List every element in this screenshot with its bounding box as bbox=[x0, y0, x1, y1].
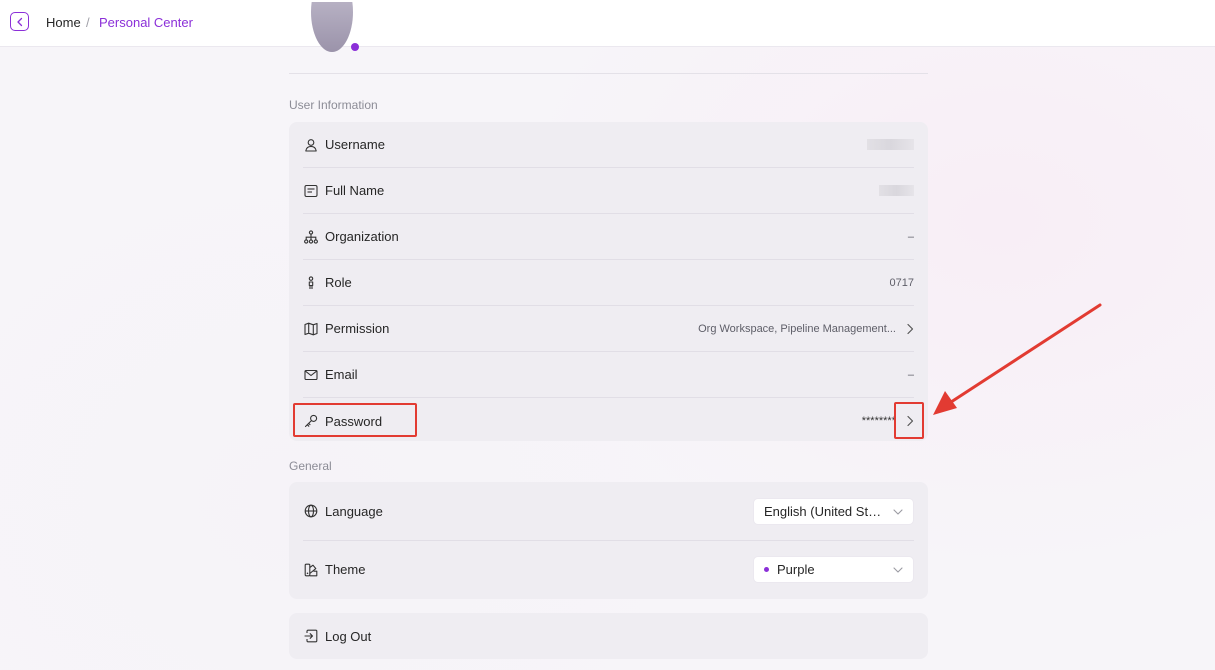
chevron-right-icon[interactable] bbox=[902, 413, 918, 429]
chevron-down-icon bbox=[892, 506, 904, 521]
section-title-user-information: User Information bbox=[289, 98, 378, 112]
role-value: 0717 bbox=[889, 276, 914, 289]
section-title-general: General bbox=[289, 459, 332, 473]
map-icon bbox=[303, 321, 319, 337]
row-role: Role 0717 bbox=[303, 260, 914, 306]
username-value-redacted bbox=[867, 139, 914, 150]
theme-color-dot bbox=[764, 567, 769, 572]
avatar[interactable] bbox=[311, 2, 353, 52]
chevron-down-icon bbox=[892, 564, 904, 579]
theme-select[interactable]: Purple bbox=[753, 556, 914, 583]
back-button[interactable] bbox=[10, 12, 29, 31]
avatar-status-dot bbox=[351, 43, 359, 51]
full-name-value-redacted bbox=[879, 185, 914, 196]
breadcrumb-current: Personal Center bbox=[99, 15, 193, 30]
row-username: Username bbox=[303, 122, 914, 168]
chevron-left-icon bbox=[16, 17, 22, 26]
row-permission[interactable]: Permission Org Workspace, Pipeline Manag… bbox=[303, 306, 914, 352]
username-label: Username bbox=[325, 137, 385, 152]
row-language: Language English (United States) bbox=[303, 482, 914, 541]
role-label: Role bbox=[325, 275, 352, 290]
email-label: Email bbox=[325, 367, 358, 382]
breadcrumb-separator: / bbox=[86, 15, 90, 30]
row-organization: Organization – bbox=[303, 214, 914, 260]
key-icon bbox=[303, 413, 319, 429]
palette-icon bbox=[303, 562, 319, 578]
globe-icon bbox=[303, 503, 319, 519]
divider bbox=[289, 73, 928, 74]
password-value: ******** bbox=[861, 415, 896, 427]
language-select[interactable]: English (United States) bbox=[753, 497, 914, 525]
row-email: Email – bbox=[303, 352, 914, 398]
row-theme: Theme Purple bbox=[303, 540, 914, 599]
top-bar: Home / Personal Center bbox=[0, 0, 1215, 47]
logout-card: Log Out bbox=[289, 613, 928, 659]
logout-label: Log Out bbox=[325, 628, 372, 644]
organization-label: Organization bbox=[325, 229, 399, 244]
row-password[interactable]: Password ******** bbox=[303, 398, 914, 444]
language-label: Language bbox=[325, 503, 383, 519]
full-name-label: Full Name bbox=[325, 183, 385, 198]
user-icon bbox=[303, 137, 319, 153]
user-information-card: Username Full Name Organization – Role 0… bbox=[289, 122, 928, 441]
general-card: Language English (United States) Theme P… bbox=[289, 482, 928, 599]
id-card-icon bbox=[303, 183, 319, 199]
email-value: – bbox=[907, 368, 914, 381]
language-select-value: English (United States) bbox=[764, 503, 886, 519]
mail-icon bbox=[303, 367, 319, 383]
person-icon bbox=[303, 275, 319, 291]
theme-label: Theme bbox=[325, 562, 366, 577]
org-tree-icon bbox=[303, 229, 319, 245]
breadcrumb-home[interactable]: Home bbox=[46, 15, 81, 30]
row-full-name: Full Name bbox=[303, 168, 914, 214]
password-label: Password bbox=[325, 413, 383, 429]
logout-icon bbox=[303, 628, 319, 644]
permission-value: Org Workspace, Pipeline Management... bbox=[698, 322, 896, 335]
logout-button[interactable]: Log Out bbox=[303, 613, 914, 659]
theme-select-value: Purple bbox=[777, 562, 815, 577]
organization-value: – bbox=[907, 230, 914, 243]
permission-label: Permission bbox=[325, 321, 390, 336]
chevron-right-icon[interactable] bbox=[902, 321, 918, 337]
